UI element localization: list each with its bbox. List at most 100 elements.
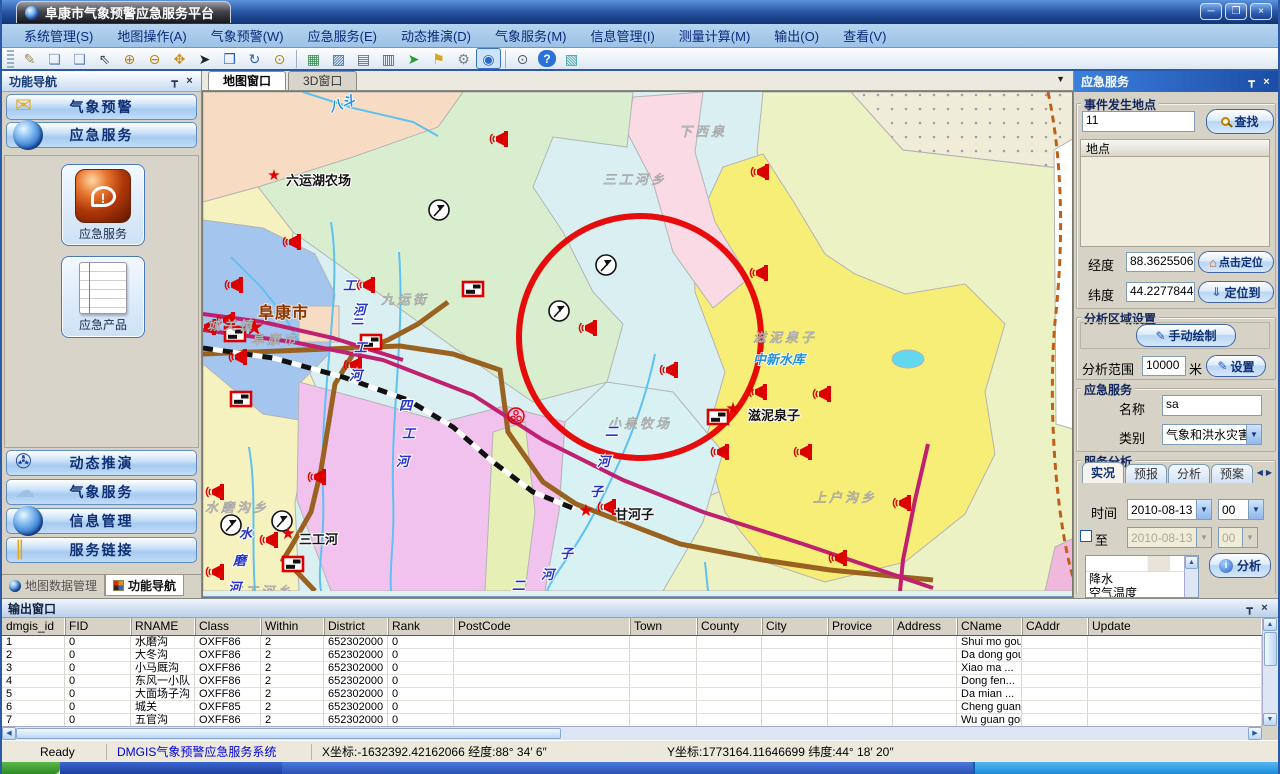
analysis-tab-0[interactable]: 实况 (1082, 462, 1124, 483)
column-header[interactable]: PostCode (454, 618, 630, 635)
column-header[interactable]: Update (1088, 618, 1262, 635)
sidebar-item-info-management[interactable]: 信息管理 (6, 508, 197, 534)
menu-item-1[interactable]: 地图操作(A) (105, 24, 198, 47)
pin-icon[interactable]: ┳ (1242, 602, 1257, 615)
menu-item-4[interactable]: 动态推演(D) (389, 24, 483, 47)
sidebar-item-dynamic-deduction[interactable]: 动态推演✇ (6, 450, 197, 476)
image-view-icon[interactable]: ▧ (559, 48, 584, 69)
chevron-down-icon[interactable]: ▼ (1056, 74, 1065, 84)
star-marker-icon[interactable]: ★ (267, 167, 280, 184)
goto-location-button[interactable]: ⇓ 定位到 (1198, 281, 1274, 303)
menu-item-9[interactable]: 查看(V) (831, 24, 898, 47)
menu-item-7[interactable]: 测量计算(M) (667, 24, 763, 47)
location-list-header[interactable]: 地点 (1080, 139, 1270, 157)
zoom-in-icon[interactable]: ⊕ (117, 48, 142, 69)
column-header[interactable]: CName (957, 618, 1022, 635)
map-svg[interactable]: ★★★★★三工河乡下西泉城关镇阜康市九运街水磨沟乡三工河乡小泉牧场上户沟乡滋泥泉… (203, 92, 1073, 591)
pointer-arrow-icon[interactable]: ➤ (192, 48, 217, 69)
star-marker-icon[interactable]: ★ (280, 524, 295, 543)
manual-draw-button[interactable]: ✎ 手动绘制 (1136, 324, 1236, 347)
close-icon[interactable]: × (182, 75, 197, 87)
flag-marker-icon[interactable] (463, 282, 483, 296)
analysis-tab-1[interactable]: 预报 (1125, 464, 1167, 483)
column-header[interactable]: FID (65, 618, 131, 635)
settings-gear-icon[interactable]: ⚙ (451, 48, 476, 69)
name-input[interactable]: sa (1162, 395, 1262, 416)
map-canvas[interactable]: ★★★★★三工河乡下西泉城关镇阜康市九运街水磨沟乡三工河乡小泉牧场上户沟乡滋泥泉… (202, 91, 1073, 598)
search-button[interactable]: 查找 (1206, 109, 1274, 134)
column-header[interactable]: Provice (828, 618, 893, 635)
table-horizontal-scrollbar[interactable]: ◀ ▶ (2, 726, 1262, 740)
map-export-icon[interactable]: ▨ (326, 48, 351, 69)
column-header[interactable]: City (762, 618, 828, 635)
hour-to-select[interactable]: 00▼ (1218, 527, 1258, 548)
location-search-input[interactable]: 11 (1082, 111, 1195, 132)
fit-window-icon[interactable]: ❒ (217, 48, 242, 69)
menu-item-8[interactable]: 输出(O) (762, 24, 831, 47)
date-to-select[interactable]: 2010-08-13▼ (1127, 527, 1212, 548)
table-row[interactable]: 10水磨沟OXFF8626523020000Shui mo gou (2, 636, 1262, 649)
longitude-input[interactable]: 88.3625506 (1126, 252, 1195, 272)
column-header[interactable]: Address (893, 618, 957, 635)
pan-hand-icon[interactable]: ✥ (167, 48, 192, 69)
flag-marker-icon[interactable] (283, 557, 303, 571)
column-header[interactable]: Town (630, 618, 697, 635)
close-button[interactable]: × (1250, 3, 1272, 20)
measure-tool-icon[interactable]: ✎ (17, 48, 42, 69)
close-icon[interactable]: × (1259, 76, 1274, 88)
station-icon[interactable] (596, 255, 616, 275)
menu-item-3[interactable]: 应急服务(E) (296, 24, 389, 47)
station-icon[interactable] (429, 200, 449, 220)
list-scrollbar[interactable]: ▲ (1184, 556, 1198, 597)
pin-icon[interactable]: ┳ (1244, 75, 1259, 88)
left-tab-0[interactable]: 地图数据管理 (2, 575, 105, 596)
star-marker-icon[interactable]: ★ (725, 399, 740, 418)
column-header[interactable]: Rank (388, 618, 454, 635)
help-icon[interactable]: ? (538, 50, 556, 67)
print-color-icon[interactable]: ▥ (376, 48, 401, 69)
map-document-icon[interactable]: ▦ (301, 48, 326, 69)
list-item[interactable]: 降水 (1086, 572, 1198, 586)
emergency-service-shortcut[interactable]: ! 应急服务 (61, 164, 145, 246)
locate-pin-icon[interactable]: ⚑ (426, 48, 451, 69)
station-icon[interactable] (221, 515, 241, 535)
table-row[interactable]: 60城关OXFF8526523020000Cheng guan (2, 701, 1262, 714)
click-locate-button[interactable]: ⌂ 点击定位 (1198, 251, 1274, 273)
select-box-icon[interactable]: ❑ (67, 48, 92, 69)
tab-scroll-arrows[interactable]: ◀ ▶ (1257, 468, 1272, 477)
table-vertical-scrollbar[interactable]: ▲ ▼ (1262, 618, 1278, 726)
refresh-view-icon[interactable]: ↻ (242, 48, 267, 69)
map-tab-0[interactable]: 地图窗口 (208, 71, 286, 90)
menu-item-5[interactable]: 气象服务(M) (483, 24, 579, 47)
range-input[interactable]: 10000 (1142, 356, 1186, 376)
table-row[interactable]: 20大冬沟OXFF8626523020000Da dong gou (2, 649, 1262, 662)
to-checkbox[interactable] (1080, 530, 1092, 542)
zoom-query-icon[interactable]: ⊙ (267, 48, 292, 69)
sidebar-item-weather-warning[interactable]: 气象预警✉ (6, 94, 197, 120)
date-select[interactable]: 2010-08-13▼ (1127, 499, 1212, 520)
left-tab-1[interactable]: 功能导航 (105, 575, 184, 596)
column-header[interactable]: CAddr (1022, 618, 1088, 635)
pin-icon[interactable]: ┳ (167, 75, 182, 88)
column-header[interactable]: RNAME (131, 618, 195, 635)
map-tab-1[interactable]: 3D窗口 (288, 71, 357, 90)
analysis-tab-3[interactable]: 预案 (1211, 464, 1253, 483)
list-item[interactable]: 空气温度 (1086, 586, 1198, 598)
restore-button[interactable]: ❐ (1225, 3, 1247, 20)
menu-item-6[interactable]: 信息管理(I) (579, 24, 667, 47)
chevron-down-icon[interactable]: ▼ (1246, 425, 1261, 444)
set-range-button[interactable]: ✎ 设置 (1206, 355, 1266, 377)
analysis-tab-2[interactable]: 分析 (1168, 464, 1210, 483)
menu-item-2[interactable]: 气象预警(W) (199, 24, 296, 47)
map-horizontal-scrollbar[interactable] (203, 596, 1072, 598)
table-row[interactable]: 40东风一小队OXFF8626523020000Dong fen... (2, 675, 1262, 688)
latitude-input[interactable]: 44.2277844 (1126, 282, 1195, 302)
column-header[interactable]: dmgis_id (2, 618, 65, 635)
zoom-out-icon[interactable]: ⊖ (142, 48, 167, 69)
type-select[interactable]: 气象和洪水灾害 ▼ (1162, 424, 1262, 445)
emergency-product-shortcut[interactable]: 应急产品 (61, 256, 145, 338)
eye-visibility-icon[interactable]: ⊙ (510, 48, 535, 69)
column-header[interactable]: District (324, 618, 388, 635)
hour-select[interactable]: 00▼ (1218, 499, 1264, 520)
flag-marker-icon[interactable] (231, 392, 251, 406)
